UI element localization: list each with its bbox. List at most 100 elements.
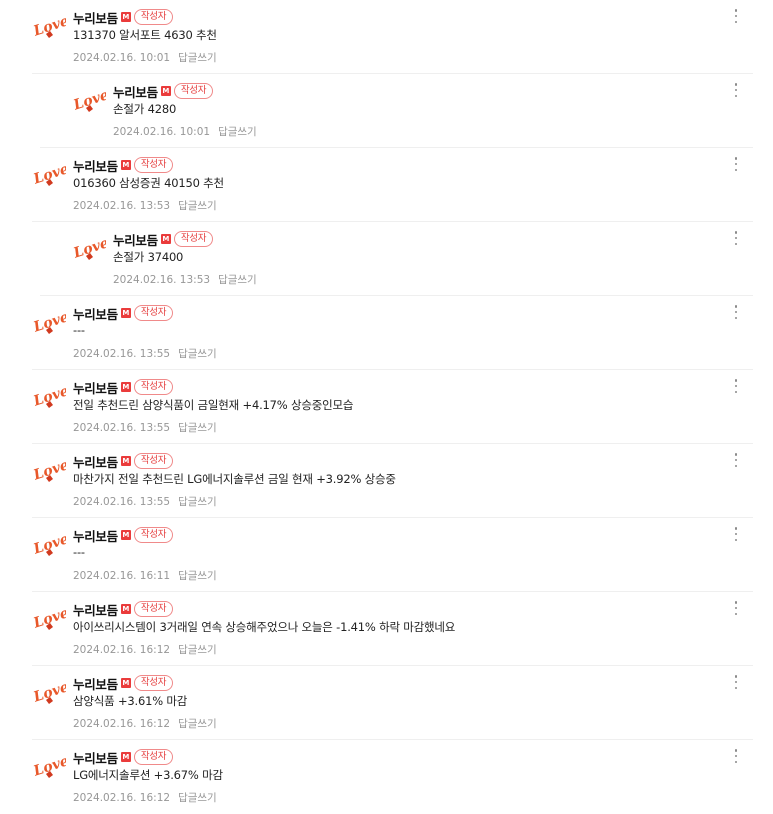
comment-text: 전일 추천드린 삼양식품이 금일현재 +4.17% 상승중인모습 <box>73 398 354 412</box>
reply-button[interactable]: 답글쓰기 <box>178 348 217 360</box>
comment-date: 2024.02.16. 16:12 <box>73 644 171 656</box>
comment-date: 2024.02.16. 16:11 <box>73 570 171 582</box>
manager-icon: M <box>120 678 131 688</box>
reply-button[interactable]: 답글쓰기 <box>178 644 217 656</box>
avatar[interactable]: Love <box>72 83 106 117</box>
author-badge: 작성자 <box>133 749 174 765</box>
author-nickname[interactable]: 누리보듬 <box>73 526 118 545</box>
manager-icon: M <box>120 752 131 762</box>
vertical-dots-icon[interactable] <box>731 230 741 246</box>
author-row: 누리보듬 M 작성자 <box>73 7 174 27</box>
vertical-dots-icon[interactable] <box>731 82 741 98</box>
author-row: 누리보듬 M 작성자 <box>73 377 174 397</box>
avatar[interactable]: Love <box>72 231 106 265</box>
comment-text: 016360 삼성증권 40150 추천 <box>73 176 224 190</box>
avatar[interactable]: Love <box>32 675 66 709</box>
reply-button[interactable]: 답글쓰기 <box>178 718 217 730</box>
comment-item: Love 누리보듬 M 작성자 삼양식품 +3.61% 마감 2024.02.16.… <box>0 666 773 740</box>
comment-date: 2024.02.16. 16:12 <box>73 718 171 730</box>
comment-meta: 2024.02.16. 16:12 답글쓰기 <box>73 716 217 731</box>
manager-icon: M <box>120 604 131 614</box>
vertical-dots-icon[interactable] <box>731 378 741 394</box>
author-row: 누리보듬 M 작성자 <box>73 303 174 323</box>
comment-item: Love 누리보듬 M 작성자 016360 삼성증권 40150 추천 2024.… <box>0 148 773 222</box>
reply-button[interactable]: 답글쓰기 <box>178 52 217 64</box>
author-nickname[interactable]: 누리보듬 <box>113 82 158 101</box>
author-nickname[interactable]: 누리보듬 <box>73 378 118 397</box>
comment-date: 2024.02.16. 13:55 <box>73 496 171 508</box>
author-nickname[interactable]: 누리보듬 <box>73 452 118 471</box>
manager-icon: M <box>120 160 131 170</box>
comment-text: --- <box>73 323 85 337</box>
reply-comment-item: Love 누리보듬 M 작성자 손절가 37400 2024.02.16. 13:5… <box>40 222 773 296</box>
manager-icon: M <box>120 12 131 22</box>
comment-text: 손절가 4280 <box>113 102 177 116</box>
reply-button[interactable]: 답글쓰기 <box>178 496 217 508</box>
author-nickname[interactable]: 누리보듬 <box>113 230 158 249</box>
avatar[interactable]: Love <box>32 157 66 191</box>
reply-button[interactable]: 답글쓰기 <box>178 570 217 582</box>
comment-meta: 2024.02.16. 13:55 답글쓰기 <box>73 494 217 509</box>
comment-date: 2024.02.16. 16:12 <box>73 792 171 804</box>
comment-item: Love 누리보듬 M 작성자 --- 2024.02.16. 16:11 답글쓰기 <box>0 518 773 592</box>
author-badge: 작성자 <box>133 157 174 173</box>
comment-text: LG에너지솔루션 +3.67% 마감 <box>73 768 223 782</box>
vertical-dots-icon[interactable] <box>731 8 741 24</box>
reply-button[interactable]: 답글쓰기 <box>178 792 217 804</box>
author-badge: 작성자 <box>133 601 174 617</box>
comment-meta: 2024.02.16. 16:12 답글쓰기 <box>73 642 217 657</box>
vertical-dots-icon[interactable] <box>731 674 741 690</box>
comment-meta: 2024.02.16. 13:53 답글쓰기 <box>73 198 217 213</box>
author-row: 누리보듬 M 작성자 <box>73 747 174 767</box>
manager-icon: M <box>160 86 171 96</box>
vertical-dots-icon[interactable] <box>731 304 741 320</box>
author-row: 누리보듬 M 작성자 <box>113 229 214 249</box>
avatar[interactable]: Love <box>32 379 66 413</box>
reply-button[interactable]: 답글쓰기 <box>218 274 257 286</box>
author-badge: 작성자 <box>133 675 174 691</box>
manager-icon: M <box>120 456 131 466</box>
comment-meta: 2024.02.16. 13:53 답글쓰기 <box>113 272 257 287</box>
author-badge: 작성자 <box>133 527 174 543</box>
comment-list: Love 누리보듬 M 작성자 131370 알서포트 4630 추천 2024.0… <box>0 0 773 806</box>
author-nickname[interactable]: 누리보듬 <box>73 600 118 619</box>
author-row: 누리보듬 M 작성자 <box>73 525 174 545</box>
manager-icon: M <box>160 234 171 244</box>
vertical-dots-icon[interactable] <box>731 748 741 764</box>
comment-meta: 2024.02.16. 16:12 답글쓰기 <box>73 790 217 805</box>
author-nickname[interactable]: 누리보듬 <box>73 304 118 323</box>
author-row: 누리보듬 M 작성자 <box>73 599 174 619</box>
author-badge: 작성자 <box>133 453 174 469</box>
author-badge: 작성자 <box>133 379 174 395</box>
vertical-dots-icon[interactable] <box>731 600 741 616</box>
comment-date: 2024.02.16. 10:01 <box>73 52 171 64</box>
author-row: 누리보듬 M 작성자 <box>73 673 174 693</box>
author-badge: 작성자 <box>133 305 174 321</box>
reply-button[interactable]: 답글쓰기 <box>218 126 257 138</box>
comment-date: 2024.02.16. 13:55 <box>73 348 171 360</box>
comment-item: Love 누리보듬 M 작성자 --- 2024.02.16. 13:55 답글쓰기 <box>0 296 773 370</box>
avatar[interactable]: Love <box>32 453 66 487</box>
author-nickname[interactable]: 누리보듬 <box>73 156 118 175</box>
author-row: 누리보듬 M 작성자 <box>113 81 214 101</box>
comment-item: Love 누리보듬 M 작성자 마찬가지 전일 추천드린 LG에너지솔루션 금일 현… <box>0 444 773 518</box>
reply-button[interactable]: 답글쓰기 <box>178 422 217 434</box>
avatar[interactable]: Love <box>32 749 66 783</box>
comment-text: 131370 알서포트 4630 추천 <box>73 28 217 42</box>
avatar[interactable]: Love <box>32 9 66 43</box>
reply-button[interactable]: 답글쓰기 <box>178 200 217 212</box>
author-nickname[interactable]: 누리보듬 <box>73 674 118 693</box>
comment-date: 2024.02.16. 13:53 <box>113 274 211 286</box>
author-badge: 작성자 <box>133 9 174 25</box>
avatar[interactable]: Love <box>32 601 66 635</box>
author-nickname[interactable]: 누리보듬 <box>73 748 118 767</box>
avatar[interactable]: Love <box>32 527 66 561</box>
avatar[interactable]: Love <box>32 305 66 339</box>
reply-comment-item: Love 누리보듬 M 작성자 손절가 4280 2024.02.16. 10:01… <box>40 74 773 148</box>
manager-icon: M <box>120 382 131 392</box>
comment-meta: 2024.02.16. 10:01 답글쓰기 <box>113 124 257 139</box>
vertical-dots-icon[interactable] <box>731 156 741 172</box>
vertical-dots-icon[interactable] <box>731 452 741 468</box>
vertical-dots-icon[interactable] <box>731 526 741 542</box>
author-nickname[interactable]: 누리보듬 <box>73 8 118 27</box>
